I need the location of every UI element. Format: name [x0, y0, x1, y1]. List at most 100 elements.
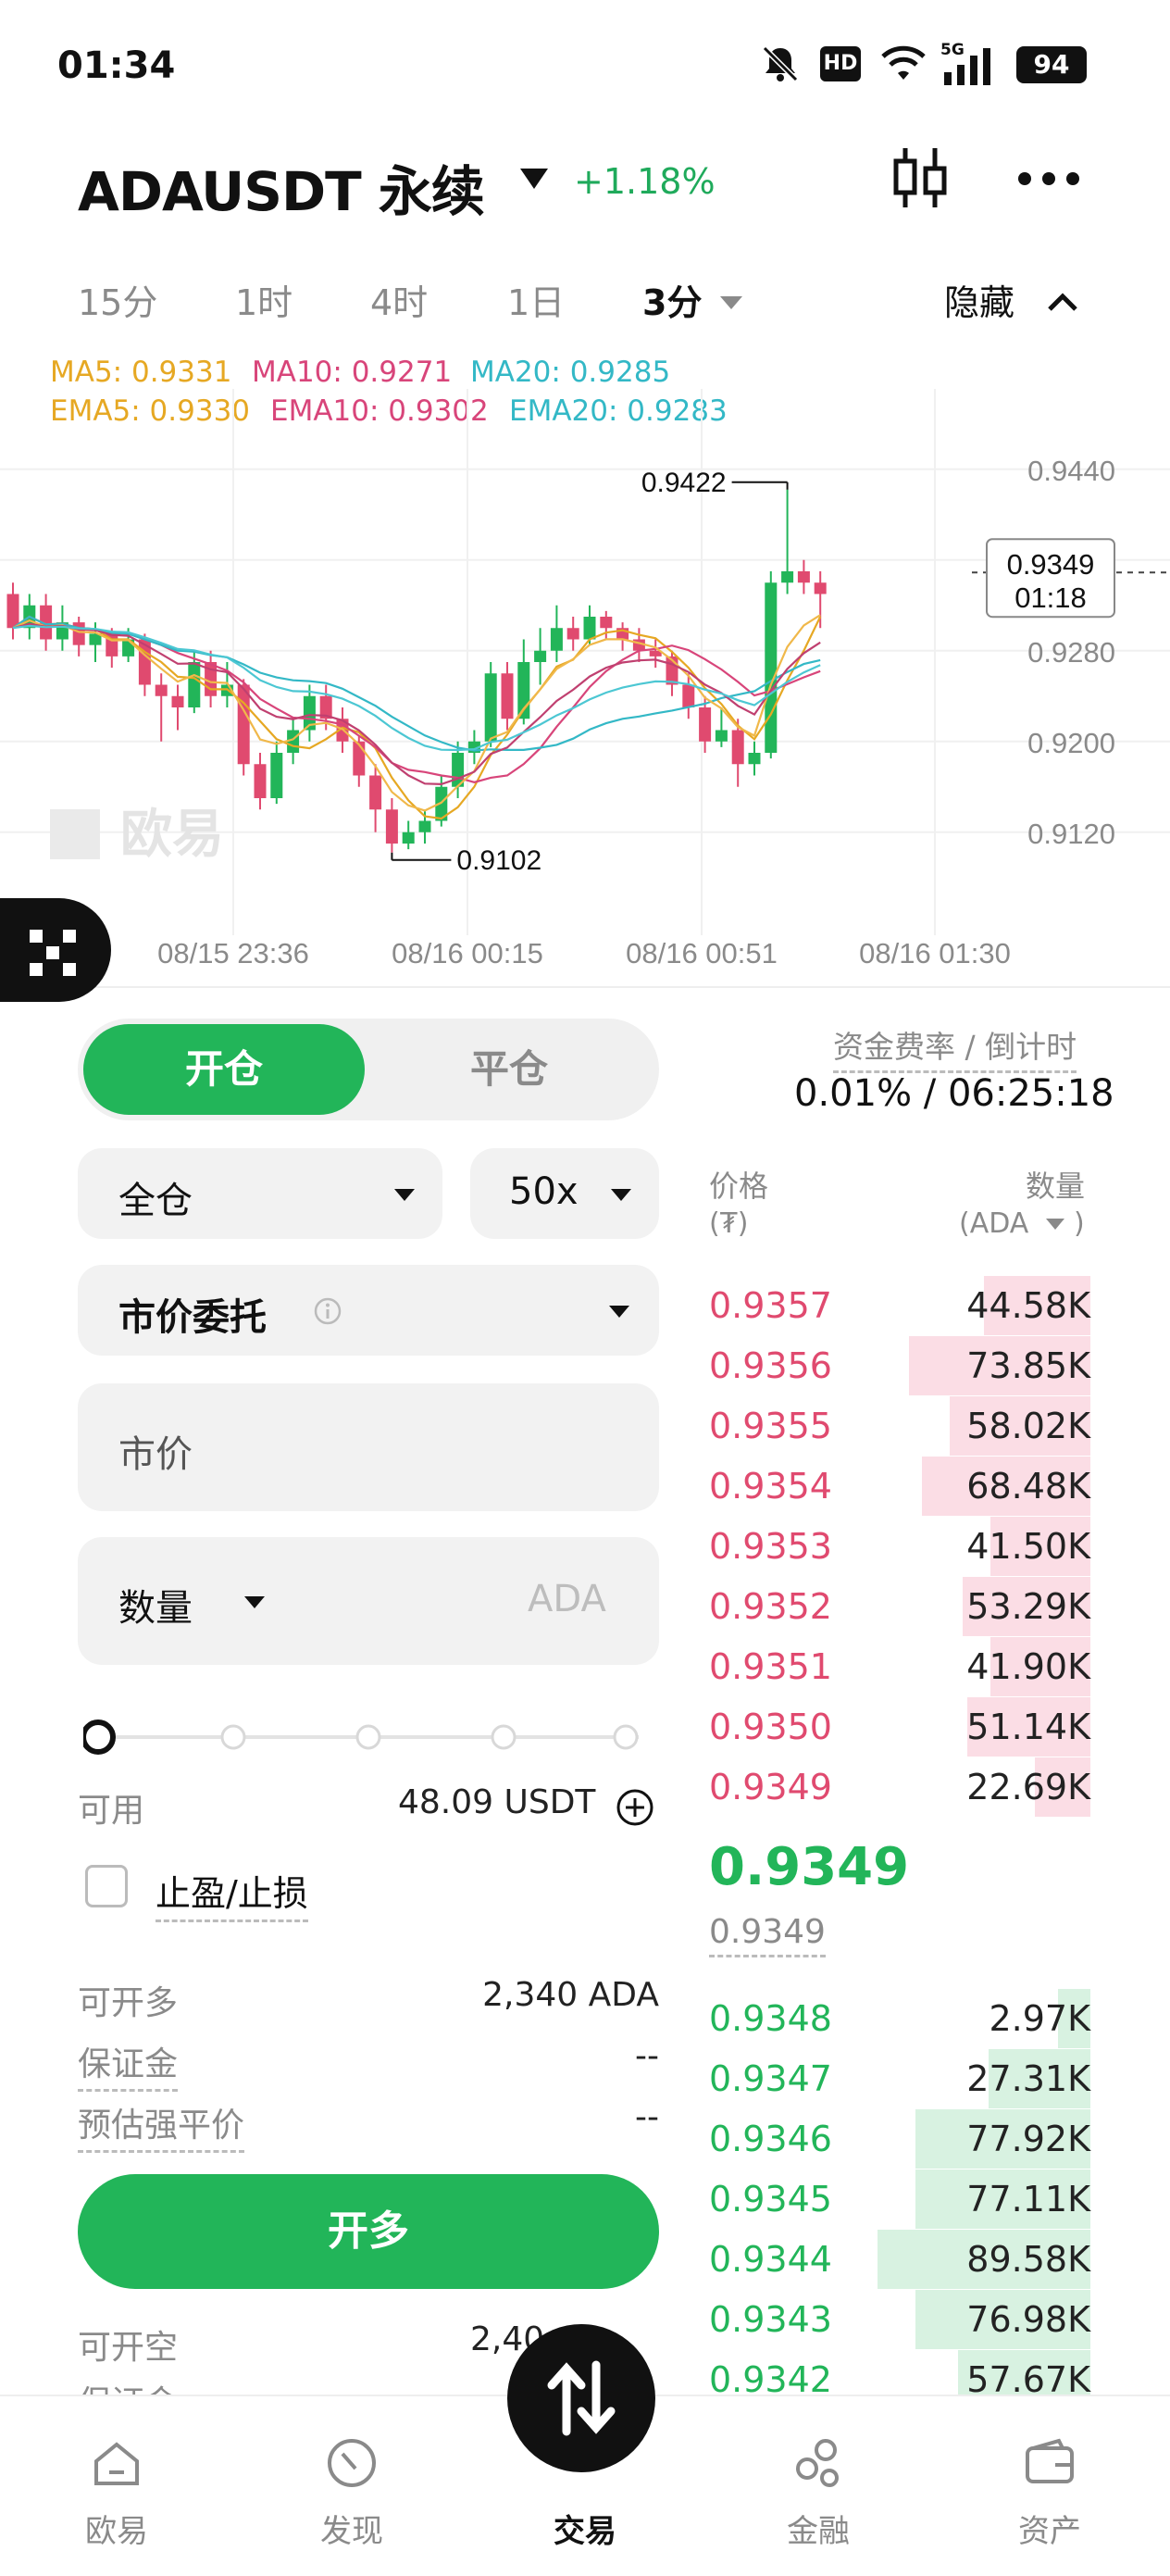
candle-body [385, 809, 398, 844]
chart-tool-button[interactable] [0, 898, 111, 1002]
available-label: 可用 [78, 1792, 145, 1830]
candlestick-chart[interactable]: 0.94400.93600.92800.92000.912008/15 23:3… [0, 352, 1170, 991]
ask-row[interactable]: 0.9356 73.85K [709, 1336, 1090, 1395]
ask-quantity: 41.90K [966, 1646, 1090, 1687]
candle-body [369, 775, 382, 810]
mark-price[interactable]: 0.9349 [709, 1913, 826, 1957]
bid-quantity: 76.98K [966, 2299, 1090, 2340]
status-bar: 01:34 HD 5G 94 [0, 0, 1170, 120]
available-value: 48.09 USDT [398, 1783, 596, 1821]
long-max-value: 2,340 ADA [482, 1976, 659, 2014]
ask-row[interactable]: 0.9357 44.58K [709, 1276, 1090, 1335]
quantity-unit: ADA [528, 1578, 606, 1620]
nav-trade-label: 交易 [554, 2513, 616, 2550]
bid-row[interactable]: 0.9343 76.98K [709, 2290, 1090, 2349]
bid-price: 0.9347 [709, 2058, 832, 2099]
margin-mode-value: 全仓 [118, 1180, 193, 1222]
ask-row[interactable]: 0.9349 22.69K [709, 1757, 1090, 1817]
trade-center-button[interactable] [507, 2324, 655, 2472]
nav-home[interactable]: 欧易 [43, 2396, 191, 2576]
tab-3m[interactable]: 3分 [642, 274, 702, 325]
margin-label[interactable]: 保证金 [78, 2037, 179, 2092]
candle-body [402, 832, 415, 844]
info-icon[interactable] [313, 1296, 342, 1326]
tab-open-position[interactable]: 开仓 [83, 1024, 365, 1115]
last-price: 0.9349 [709, 1837, 910, 1897]
bid-quantity: 2.97K [989, 1998, 1090, 2039]
liq-price-label[interactable]: 预估强平价 [78, 2098, 245, 2153]
nav-assets[interactable]: 资产 [976, 2396, 1124, 2576]
tab-close-position[interactable]: 平仓 [365, 1024, 653, 1115]
quantity-input[interactable]: 数量 ADA [78, 1537, 659, 1665]
tab-4h[interactable]: 4时 [370, 274, 428, 325]
ask-price: 0.9355 [709, 1406, 832, 1446]
transfer-add-icon[interactable] [615, 1787, 655, 1828]
tab-1h[interactable]: 1时 [235, 274, 292, 325]
discover-icon [328, 2439, 376, 2487]
margin-mode-select[interactable]: 全仓 [78, 1148, 442, 1239]
unit-dropdown-icon[interactable] [1044, 1217, 1066, 1232]
y-tick-label: 0.9120 [1027, 818, 1115, 850]
funding-value: 0.01% / 06:25:18 [794, 1072, 1114, 1115]
tpsl-checkbox[interactable] [85, 1865, 128, 1907]
candle-body [583, 617, 596, 640]
ask-quantity: 68.48K [966, 1466, 1090, 1507]
candle-countdown-label: 01:18 [1014, 581, 1087, 614]
chevron-up-icon[interactable] [1046, 289, 1079, 313]
bid-quantity: 89.58K [966, 2239, 1090, 2280]
ask-row[interactable]: 0.9355 58.02K [709, 1396, 1090, 1456]
ask-price: 0.9354 [709, 1466, 832, 1507]
ask-row[interactable]: 0.9350 51.14K [709, 1697, 1090, 1757]
x-tick-label: 08/16 00:51 [626, 937, 778, 969]
nav-discover-label: 发现 [320, 2513, 383, 2550]
order-type-select[interactable]: 市价委托 [78, 1265, 659, 1356]
leverage-value: 50x [509, 1170, 579, 1213]
bid-row[interactable]: 0.9347 27.31K [709, 2049, 1090, 2108]
bid-row[interactable]: 0.9346 77.92K [709, 2109, 1090, 2169]
ob-price-header: 价格 [709, 1169, 769, 1204]
price-input[interactable]: 市价 [78, 1383, 659, 1511]
candle-body [353, 741, 366, 776]
hide-chart-toggle[interactable]: 隐藏 [944, 274, 1014, 325]
more-options-icon[interactable] [1016, 170, 1081, 187]
ask-row[interactable]: 0.9354 68.48K [709, 1457, 1090, 1516]
symbol-title[interactable]: ADAUSDT 永续 [78, 148, 485, 226]
long-max-label: 可开多 [78, 1984, 179, 2022]
nav-finance[interactable]: 金融 [744, 2396, 892, 2576]
bid-row[interactable]: 0.9345 77.11K [709, 2170, 1090, 2229]
candle-body [188, 662, 201, 707]
leverage-select[interactable]: 50x [470, 1148, 659, 1239]
price-field-value: 市价 [118, 1433, 193, 1476]
ask-row[interactable]: 0.9353 41.50K [709, 1517, 1090, 1576]
quantity-slider[interactable] [81, 1719, 639, 1756]
tpsl-label[interactable]: 止盈/止损 [156, 1865, 308, 1922]
symbol-dropdown-icon[interactable] [518, 167, 550, 191]
caret-down-icon[interactable] [244, 1596, 265, 1608]
candle-body [748, 753, 761, 765]
bid-row[interactable]: 0.9348 2.97K [709, 1989, 1090, 2048]
nav-finance-label: 金融 [787, 2513, 850, 2550]
ask-row[interactable]: 0.9351 41.90K [709, 1637, 1090, 1696]
ob-qty-unit[interactable]: (ADA [959, 1207, 1028, 1240]
ask-row[interactable]: 0.9352 53.29K [709, 1577, 1090, 1636]
candle-body [72, 622, 85, 645]
current-price-label: 0.9349 [1007, 548, 1095, 581]
slider-thumb[interactable] [81, 1719, 116, 1755]
short-max-label: 可开空 [78, 2329, 179, 2367]
watermark-text: 欧易 [120, 805, 224, 863]
price-chart[interactable]: MA5: 0.9331 MA10: 0.9271 MA20: 0.9285 EM… [0, 352, 1170, 1002]
bid-quantity: 77.92K [966, 2119, 1090, 2159]
ask-quantity: 22.69K [966, 1767, 1090, 1807]
tab-1d[interactable]: 1日 [507, 274, 565, 325]
funding-label[interactable]: 资金费率 / 倒计时 [833, 1022, 1077, 1073]
open-long-button[interactable]: 开多 [78, 2174, 659, 2289]
candlestick-chart-icon[interactable] [889, 143, 952, 213]
nav-discover[interactable]: 发现 [278, 2396, 426, 2576]
bid-row[interactable]: 0.9344 89.58K [709, 2230, 1090, 2289]
bid-price: 0.9344 [709, 2239, 832, 2280]
watermark-logo [50, 809, 100, 859]
tab-15m[interactable]: 15分 [78, 274, 157, 325]
timeframe-dropdown-icon[interactable] [718, 294, 744, 311]
hd-badge: HD [820, 46, 861, 81]
candle-body [781, 571, 794, 583]
